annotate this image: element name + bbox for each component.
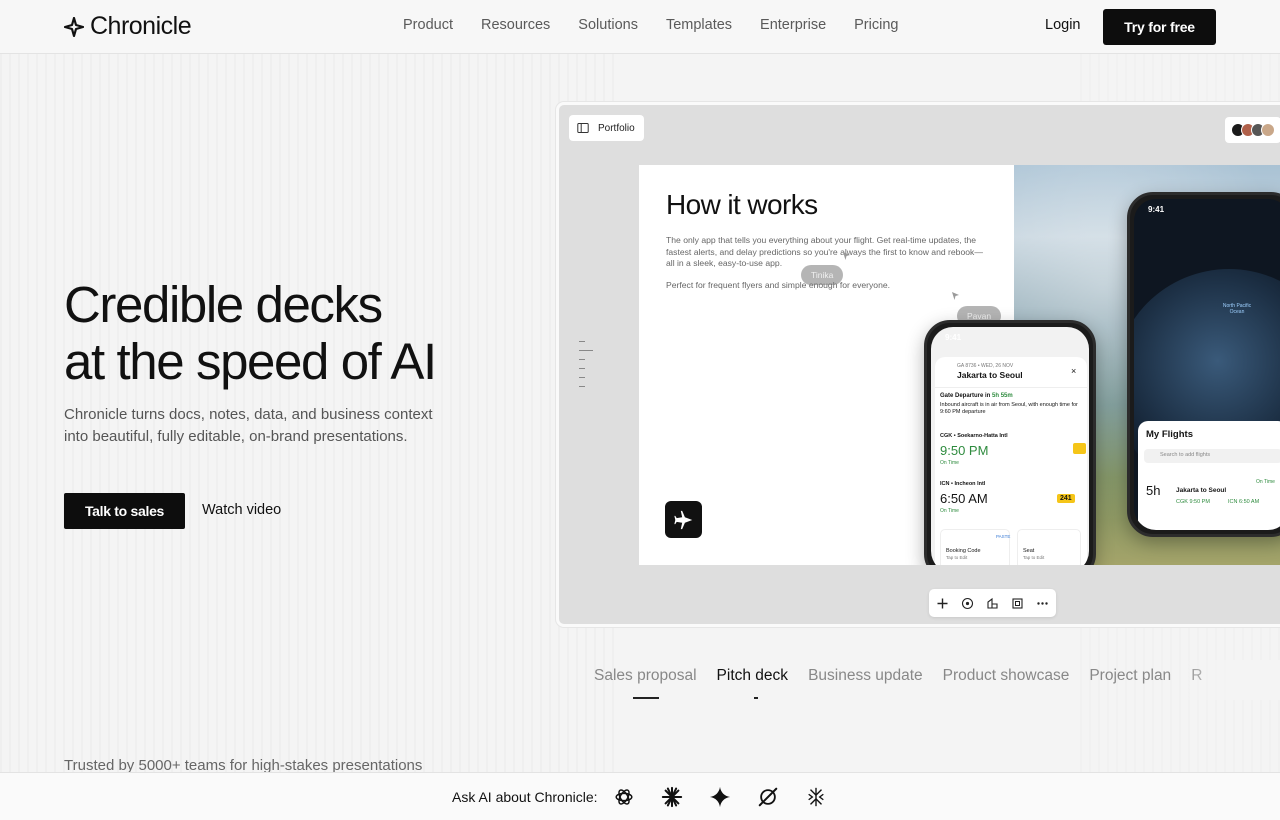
arrival-status: On Time [940, 508, 959, 514]
slide-title: How it works [666, 189, 818, 220]
my-flights-title: My Flights [1146, 429, 1193, 440]
nav-link-resources[interactable]: Resources [481, 17, 550, 33]
gate-label: Gate Departure in [940, 393, 991, 399]
hero-title: Credible decks at the speed of AI [64, 276, 524, 390]
phone-mockup-flight: 9:41 GA 8736 • WED, 26 NOV Jakarta to Se… [924, 320, 1096, 565]
eta-value: 5h [1146, 483, 1161, 498]
shapes-icon[interactable] [985, 596, 1000, 611]
perplexity-icon[interactable] [756, 785, 780, 809]
arrival-time: 6:50 AM [940, 491, 988, 506]
ask-ai-bar: Ask AI about Chronicle: [0, 772, 1280, 820]
paste-label: PASTE [996, 534, 1011, 539]
hero-title-line1: Credible decks [64, 276, 383, 333]
phone-time: 9:41 [945, 333, 962, 342]
claude-icon[interactable] [660, 785, 684, 809]
search-flights-input[interactable]: Search to add flights [1144, 449, 1280, 463]
tab-sales-proposal[interactable]: Sales proposal [594, 667, 697, 685]
departure-time: 9:50 PM [940, 443, 989, 458]
deck-preview: Portfolio How it works The only app that… [556, 102, 1280, 627]
flight-code: GA 8736 • WED, 26 NOV [957, 363, 1014, 369]
ask-ai-label: Ask AI about Chronicle: [452, 789, 598, 805]
login-link[interactable]: Login [1045, 17, 1080, 33]
cursor-pointer-icon [843, 252, 850, 260]
gate-note: Inbound aircraft is in air from Seoul, w… [940, 402, 1078, 415]
booking-code-card[interactable]: PASTE Booking Code Tap to Edit [940, 529, 1010, 565]
tab-business-update[interactable]: Business update [808, 667, 923, 685]
portfolio-label: Portfolio [598, 122, 635, 134]
logo[interactable]: Chronicle [64, 12, 192, 41]
more-icon[interactable] [1035, 596, 1050, 611]
sidebar-icon [577, 123, 589, 133]
tab-project-plan[interactable]: Project plan [1089, 667, 1171, 685]
arrival-airport: ICN • Incheon Intl [940, 481, 986, 487]
search-flights-placeholder: Search to add flights [1160, 452, 1211, 458]
talk-to-sales-button[interactable]: Talk to sales [64, 493, 185, 529]
phone2-dep: CGK 9:50 PM [1176, 499, 1210, 505]
phone-time: 9:41 [1148, 205, 1165, 214]
tab-pitch-deck[interactable]: Pitch deck [717, 667, 789, 685]
phone2-route: Jakarta to Seoul [1176, 487, 1227, 494]
nav-links: Product Resources Solutions Templates En… [403, 17, 898, 33]
nav-link-solutions[interactable]: Solutions [578, 17, 638, 33]
template-tabs: Sales proposal Pitch deck Business updat… [594, 667, 1202, 685]
ai-provider-icons [612, 785, 828, 809]
airplane-icon [665, 501, 702, 538]
seat-sub: Tap to Edit [1023, 555, 1045, 560]
hero-subtitle: Chronicle turns docs, notes, data, and b… [64, 406, 433, 445]
slide-canvas[interactable]: How it works The only app that tells you… [639, 165, 1280, 565]
frame-icon[interactable] [1010, 596, 1025, 611]
watch-video-link[interactable]: Watch video [202, 502, 281, 518]
phone2-status: On Time [1256, 479, 1275, 485]
arrival-badge: 241 [1057, 494, 1075, 503]
departure-badge [1073, 443, 1086, 454]
tab-progress-indicator [633, 697, 659, 699]
avatar [1261, 123, 1275, 137]
add-icon[interactable] [935, 596, 950, 611]
seat-card[interactable]: Seat Tap to Edit [1017, 529, 1081, 565]
grok-icon[interactable] [804, 785, 828, 809]
booking-code-sub: Tap to Edit [946, 555, 968, 560]
nav-link-product[interactable]: Product [403, 17, 453, 33]
departure-airport: CGK • Soekarno-Hatta Intl [940, 433, 1008, 439]
nav-link-enterprise[interactable]: Enterprise [760, 17, 826, 33]
nav-link-pricing[interactable]: Pricing [854, 17, 898, 33]
tab-active-indicator [754, 697, 758, 699]
gate-time: 5h 55m [992, 393, 1013, 399]
gemini-icon[interactable] [708, 785, 732, 809]
logo-text: Chronicle [90, 12, 192, 40]
ocean-label: North Pacific Ocean [1222, 303, 1252, 315]
cursor-pointer-icon [952, 292, 959, 300]
booking-code-label: Booking Code [946, 548, 981, 554]
tab-product-showcase[interactable]: Product showcase [943, 667, 1070, 685]
nav-link-templates[interactable]: Templates [666, 17, 732, 33]
portfolio-button[interactable]: Portfolio [569, 115, 644, 141]
chronicle-logo-icon [64, 16, 84, 37]
openai-icon[interactable] [612, 785, 636, 809]
phone-mockup-map: 9:41 North Pacific Ocean My Flights Sear… [1127, 192, 1280, 537]
ai-sparkle-icon[interactable] [960, 596, 975, 611]
close-icon[interactable]: × [1071, 366, 1076, 376]
top-nav: Chronicle Product Resources Solutions Te… [0, 0, 1280, 54]
hero-title-line2: at the speed of AI [64, 333, 437, 390]
slide-outline-handle[interactable] [579, 341, 595, 395]
collaborator-cursor-tinika: Tinika [801, 265, 844, 285]
flight-detail-card: GA 8736 • WED, 26 NOV Jakarta to Seoul ×… [935, 357, 1087, 565]
phone2-arr: ICN 6:50 AM [1228, 499, 1260, 505]
departure-status: On Time [940, 460, 959, 466]
flight-route: Jakarta to Seoul [957, 370, 1023, 380]
slide-toolbar [929, 589, 1056, 617]
seat-label: Seat [1023, 548, 1035, 554]
collaborator-avatars[interactable] [1225, 117, 1280, 143]
my-flights-card[interactable]: My Flights Search to add flights 5h Jaka… [1138, 421, 1280, 530]
try-for-free-button[interactable]: Try for free [1103, 9, 1216, 45]
